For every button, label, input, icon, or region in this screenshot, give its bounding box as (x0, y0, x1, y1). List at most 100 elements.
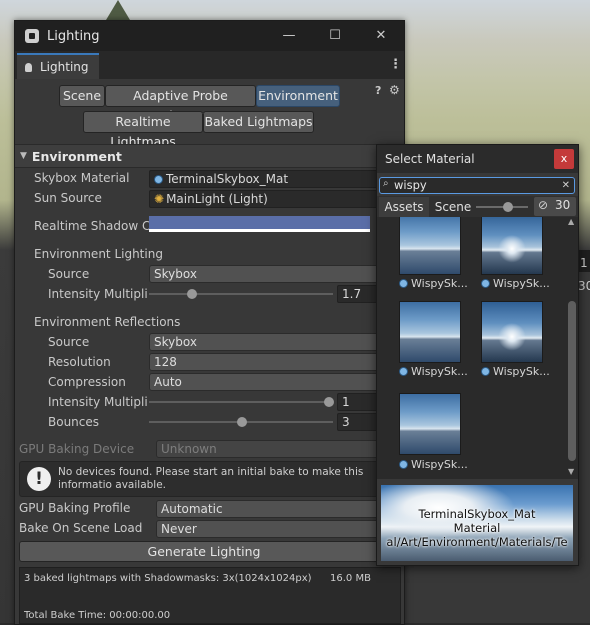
material-item-label[interactable]: WispySk... (399, 277, 468, 290)
sun-source-label: Sun Source (34, 191, 102, 205)
tab-lighting[interactable]: Lighting (17, 53, 99, 79)
window-titlebar[interactable]: Lighting — ☐ ✕ (15, 21, 404, 51)
material-thumbnail[interactable] (481, 217, 543, 275)
material-item-label[interactable]: WispySk... (399, 458, 468, 471)
intensity-slider-handle[interactable] (187, 289, 197, 299)
tab-environment[interactable]: Environment (256, 85, 340, 107)
scroll-up-arrow-icon[interactable]: ▲ (568, 217, 574, 226)
environment-lighting-header: Environment Lighting (34, 247, 163, 261)
scrollbar-thumb[interactable] (568, 301, 576, 461)
zoom-slider-handle[interactable] (503, 202, 513, 212)
unity-logo-icon (25, 29, 39, 43)
section-title: Environment (31, 148, 122, 164)
scene-side-label: 30 (578, 279, 590, 293)
gpu-baking-device-label: GPU Baking Device (19, 442, 135, 456)
material-icon (481, 367, 490, 376)
resolution-label: Resolution (48, 355, 111, 369)
search-value: wispy (394, 178, 427, 192)
tab-realtime-lightmaps[interactable]: Realtime Lightmaps (83, 111, 203, 149)
reflection-intensity-label: Intensity Multiplie (48, 395, 148, 409)
tab-scene-objects[interactable]: Scene (433, 197, 473, 217)
help-icon[interactable]: ? (375, 84, 381, 97)
gpu-baking-profile-dropdown[interactable]: Automatic (156, 500, 389, 518)
light-icon: ✺ (154, 192, 165, 206)
environment-section-header[interactable]: ▼ Environment (15, 144, 404, 168)
maximize-button[interactable]: ☐ (312, 21, 358, 51)
picker-tabs: Assets Scene ⊘ 30 (377, 196, 578, 218)
search-icon: ⌕ (383, 178, 389, 189)
material-icon (481, 279, 490, 288)
settings-gear-icon[interactable]: ⚙ (389, 83, 400, 97)
window-title: Lighting (47, 28, 100, 44)
minimize-button[interactable]: — (266, 21, 312, 51)
select-material-popup: Select Material x ⌕ wispy ✕ Assets Scene… (376, 144, 579, 566)
hidden-count: 30 (555, 198, 571, 212)
eye-hidden-icon: ⊘ (538, 198, 549, 212)
tab-adaptive-probe-volumes[interactable]: Adaptive Probe Volumes (105, 85, 256, 123)
popup-header[interactable]: Select Material x (377, 145, 578, 173)
reflection-intensity-slider-track[interactable] (149, 401, 333, 403)
material-icon (399, 367, 408, 376)
sun-source-field[interactable]: ✺ MainLight (Light) (149, 190, 389, 208)
material-preview: TerminalSkybox_Mat Material al/Art/Envir… (381, 485, 573, 561)
popup-title: Select Material (385, 152, 475, 166)
bake-stats-line: 3 baked lightmaps with Shadowmasks: 3x(1… (24, 573, 312, 584)
lighting-window: Lighting — ☐ ✕ Lighting ⋮ Scene Adaptive… (14, 20, 405, 625)
material-thumbnail[interactable] (399, 217, 461, 275)
bake-stats-panel: 3 baked lightmaps with Shadowmasks: 3x(1… (19, 567, 401, 624)
compression-dropdown[interactable]: Auto (149, 373, 389, 391)
popup-close-button[interactable]: x (554, 149, 574, 169)
preview-path: al/Art/Environment/Materials/Te (386, 535, 568, 549)
scroll-down-arrow-icon[interactable]: ▼ (568, 467, 574, 476)
material-thumbnail[interactable] (399, 301, 461, 363)
material-icon (154, 175, 163, 184)
material-thumbnail[interactable] (399, 393, 461, 455)
zoom-slider-track[interactable] (476, 206, 528, 208)
material-grid: WispySk... WispySk... WispySk... WispySk… (377, 217, 578, 479)
lighting-source-dropdown[interactable]: Skybox (149, 265, 389, 283)
hidden-items-toggle[interactable]: ⊘ 30 (534, 197, 576, 216)
tab-lighting-label: Lighting (40, 60, 89, 74)
intensity-slider-track[interactable] (149, 293, 333, 295)
bake-on-scene-load-dropdown[interactable]: Never (156, 520, 389, 538)
material-icon (399, 279, 408, 288)
reflection-intensity-slider-handle[interactable] (324, 397, 334, 407)
realtime-shadow-color-label: Realtime Shadow Co (34, 219, 149, 233)
material-item-label[interactable]: WispySk... (481, 365, 550, 378)
gpu-baking-device-dropdown: Unknown (156, 440, 389, 458)
material-item-label[interactable]: WispySk... (481, 277, 550, 290)
environment-reflections-header: Environment Reflections (34, 315, 181, 329)
grid-scrollbar[interactable]: ▲ ▼ (566, 217, 578, 479)
reflection-source-dropdown[interactable]: Skybox (149, 333, 389, 351)
generate-lighting-button[interactable]: Generate Lighting (19, 541, 389, 562)
skybox-material-label: Skybox Material (34, 171, 130, 185)
sun-source-value: MainLight (Light) (166, 192, 268, 206)
compression-label: Compression (48, 375, 126, 389)
window-menu-icon[interactable]: ⋮ (389, 57, 402, 72)
material-thumbnail[interactable] (481, 301, 543, 363)
search-input[interactable]: ⌕ wispy ✕ (379, 177, 575, 194)
bake-stats-size: 16.0 MB (330, 573, 371, 584)
skybox-material-value: TerminalSkybox_Mat (166, 172, 289, 186)
reflection-source-label: Source (48, 335, 90, 349)
tab-assets[interactable]: Assets (379, 197, 429, 218)
close-button[interactable]: ✕ (358, 21, 404, 51)
bounces-slider-handle[interactable] (237, 417, 247, 427)
window-tabbar: Lighting ⋮ (15, 51, 404, 79)
bounces-label: Bounces (48, 415, 100, 429)
material-item-label[interactable]: WispySk... (399, 365, 468, 378)
skybox-material-field[interactable]: TerminalSkybox_Mat (149, 170, 389, 188)
total-bake-time: Total Bake Time: 00:00:00.00 (24, 610, 171, 621)
realtime-shadow-color-swatch[interactable] (149, 216, 370, 232)
scene-side-label: 1 (580, 256, 588, 270)
tab-scene[interactable]: Scene (59, 85, 105, 107)
tab-baked-lightmaps[interactable]: Baked Lightmaps (203, 111, 314, 133)
bake-on-scene-load-label: Bake On Scene Load (19, 521, 143, 535)
help-message: No devices found. Please start an initia… (58, 466, 364, 491)
intensity-multiplier-label: Intensity Multiplie (48, 287, 148, 301)
lighting-source-label: Source (48, 267, 90, 281)
help-box: ! No devices found. Please start an init… (19, 461, 389, 497)
warning-icon: ! (27, 467, 51, 491)
resolution-dropdown[interactable]: 128 (149, 353, 389, 371)
search-clear-icon[interactable]: ✕ (562, 178, 570, 193)
